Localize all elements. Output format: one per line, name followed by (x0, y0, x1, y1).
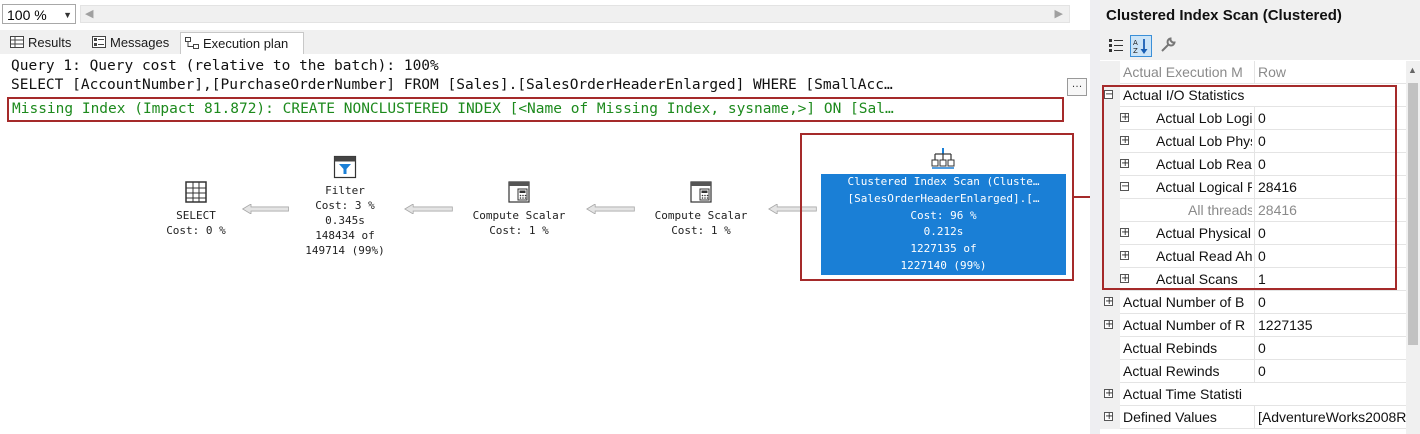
missing-index-hint[interactable]: Missing Index (Impact 81.872): CREATE NO… (7, 97, 1064, 122)
categorized-button[interactable] (1106, 35, 1128, 57)
filter-estimate: 149714 (99%) (305, 244, 385, 257)
result-tabs: Results Messages Execution plan (0, 30, 1090, 54)
horizontal-scrollbar[interactable]: ◀ ▶ (80, 5, 1070, 23)
grid-icon (10, 36, 24, 48)
plan-node-compute-scalar-2[interactable]: Compute Scalar Cost: 1 % (640, 180, 762, 238)
tab-results-label: Results (28, 35, 72, 50)
query-sql-line: SELECT [AccountNumber],[PurchaseOrderNum… (11, 77, 893, 93)
property-row[interactable]: Actual Rebinds 0 (1100, 337, 1406, 360)
property-name: Actual Time Statisti (1123, 386, 1243, 402)
property-name: Actual Rewinds (1123, 363, 1220, 379)
query-results-pane: 100 % ▼ ◀ ▶ Results Messages Execution p… (0, 0, 1090, 434)
property-name: Actual Number of R (1123, 317, 1246, 333)
filter-time: 0.345s (325, 214, 365, 227)
properties-title: Clustered Index Scan (Clustered) (1100, 0, 1420, 32)
select-cost: Cost: 0 % (166, 224, 226, 237)
zoom-toolbar: 100 % ▼ ◀ ▶ (0, 0, 1090, 31)
compute-scalar-icon (690, 181, 712, 203)
flow-arrow (586, 204, 635, 214)
svg-text:Z: Z (1133, 47, 1138, 55)
plan-node-filter[interactable]: Filter Cost: 3 % 0.345s 148434 of 149714… (285, 155, 405, 258)
categorized-icon (1109, 39, 1123, 52)
tab-messages[interactable]: Messages (88, 32, 178, 54)
scan-highlight-box (800, 133, 1074, 281)
properties-toolbar: A Z (1100, 32, 1420, 60)
filter-cost: Cost: 3 % (315, 199, 375, 212)
filter-name: Filter (325, 184, 365, 197)
tab-execution-plan-label: Execution plan (203, 36, 289, 51)
property-row[interactable]: + Actual Number of B 0 (1100, 291, 1406, 314)
flow-arrow (404, 204, 453, 214)
row-gutter (1100, 337, 1120, 360)
property-row[interactable]: + Defined Values [AdventureWorks2008R (1100, 406, 1406, 429)
row-gutter (1100, 360, 1120, 383)
property-row[interactable]: + Actual Number of R 1227135 (1100, 314, 1406, 337)
property-name: Actual Execution M (1123, 64, 1243, 80)
select-name: SELECT (176, 209, 216, 222)
property-value: 0 (1254, 337, 1406, 360)
compute-scalar-2-name: Compute Scalar (654, 209, 748, 222)
chevron-down-icon[interactable]: ▼ (63, 5, 72, 25)
expand-icon[interactable]: + (1104, 320, 1113, 330)
compute-scalar-1-name: Compute Scalar (472, 209, 566, 222)
property-name: Actual Number of B (1123, 294, 1245, 310)
pane-splitter[interactable] (1090, 0, 1100, 434)
expand-icon[interactable]: + (1104, 297, 1113, 307)
scroll-up-icon[interactable]: ▲ (1408, 65, 1417, 75)
zoom-value: 100 % (7, 7, 47, 23)
scrollbar-thumb[interactable] (1408, 83, 1418, 345)
filter-icon (333, 155, 357, 179)
property-value: 0 (1254, 360, 1406, 383)
properties-scrollbar[interactable]: ▲ (1406, 61, 1420, 434)
compute-scalar-icon (508, 181, 530, 203)
wrench-icon (1161, 37, 1176, 52)
compute-scalar-1-cost: Cost: 1 % (489, 224, 549, 237)
scroll-left-icon[interactable]: ◀ (85, 7, 93, 20)
execution-plan-icon (185, 37, 199, 49)
select-icon (185, 181, 207, 203)
property-value: 0 (1254, 291, 1406, 314)
property-value: [AdventureWorks2008R (1254, 406, 1406, 429)
tab-results[interactable]: Results (6, 32, 84, 54)
expand-icon[interactable]: + (1104, 389, 1113, 399)
query-cost-line: Query 1: Query cost (relative to the bat… (11, 58, 439, 74)
expand-icon[interactable]: + (1104, 412, 1113, 422)
property-row[interactable]: Actual Execution M Row (1100, 61, 1406, 84)
property-row[interactable]: + Actual Time Statisti (1100, 383, 1406, 406)
expand-query-button[interactable]: … (1067, 78, 1087, 96)
io-statistics-highlight-box (1102, 85, 1397, 290)
property-row[interactable]: Actual Rewinds 0 (1100, 360, 1406, 383)
row-gutter (1100, 61, 1120, 84)
property-value: Row (1254, 61, 1406, 84)
zoom-select[interactable]: 100 % ▼ (2, 4, 76, 24)
property-pages-button[interactable] (1158, 35, 1180, 57)
plan-node-select[interactable]: SELECT Cost: 0 % (150, 180, 242, 238)
svg-text:A: A (1133, 39, 1138, 47)
plan-node-compute-scalar-1[interactable]: Compute Scalar Cost: 1 % (458, 180, 580, 238)
scroll-right-icon[interactable]: ▶ (1055, 7, 1063, 20)
filter-rows: 148434 of (315, 229, 375, 242)
sort-alphabetical-icon: A Z (1133, 39, 1148, 55)
property-name: Defined Values (1123, 409, 1217, 425)
property-name: Actual Rebinds (1123, 340, 1218, 356)
alphabetical-button[interactable]: A Z (1130, 35, 1152, 57)
compute-scalar-2-cost: Cost: 1 % (671, 224, 731, 237)
tab-messages-label: Messages (110, 35, 170, 50)
tab-execution-plan[interactable]: Execution plan (180, 32, 304, 54)
property-value: 1227135 (1254, 314, 1406, 337)
messages-icon (92, 36, 106, 48)
